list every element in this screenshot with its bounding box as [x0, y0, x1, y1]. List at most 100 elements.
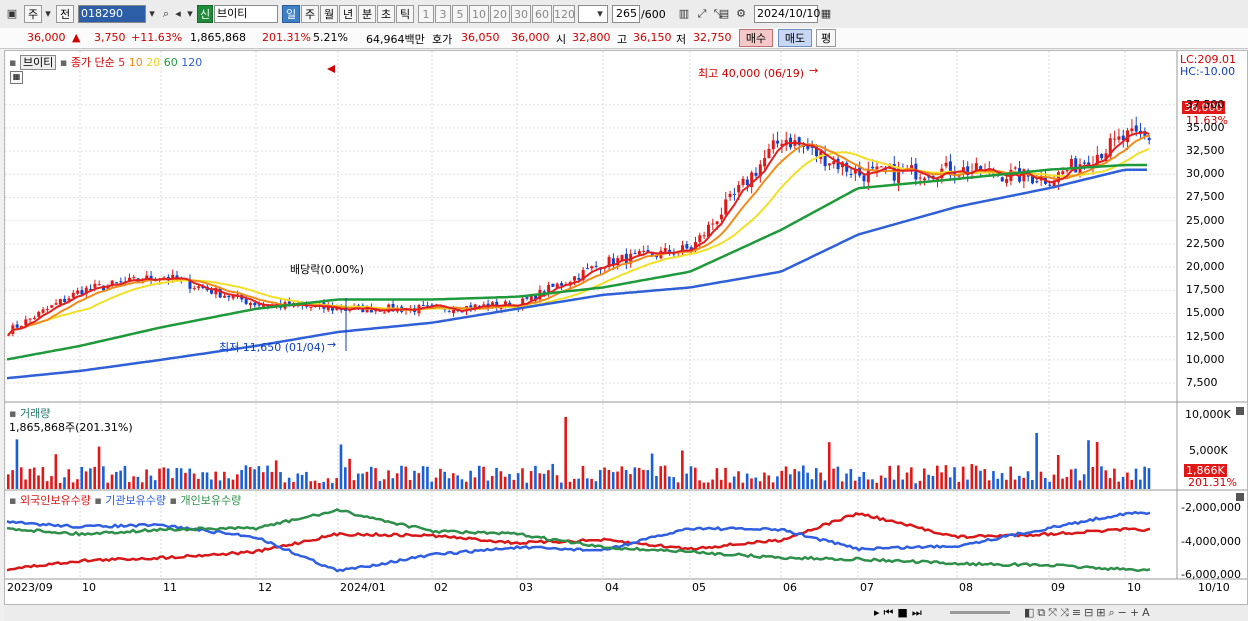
interval-3[interactable]: 3 — [435, 5, 451, 23]
chevron-down-icon[interactable]: ▾ — [594, 5, 606, 23]
gear-icon[interactable]: ⚙ — [733, 5, 749, 23]
chart-menu-icon[interactable]: ▣ — [4, 5, 20, 23]
tab-monthly[interactable]: 월 — [320, 5, 338, 23]
volume-bar — [1078, 480, 1082, 489]
date-input[interactable]: 2024/10/10 — [754, 5, 820, 23]
ma10-label: 10 — [128, 56, 143, 69]
candle-body — [1082, 162, 1086, 164]
interval-1[interactable]: 1 — [418, 5, 434, 23]
close-icon[interactable] — [1236, 407, 1244, 415]
volume-bar — [797, 471, 801, 489]
tab-second[interactable]: 초 — [377, 5, 395, 23]
candle-body — [452, 309, 456, 314]
market-select-button[interactable]: 주 — [24, 5, 42, 23]
tab-tick[interactable]: 틱 — [396, 5, 414, 23]
volume-bar — [655, 475, 658, 489]
stock-name-field[interactable]: 브이티 — [214, 5, 278, 23]
volume-bar — [637, 467, 641, 489]
chevron-down-icon[interactable]: ▾ — [184, 5, 196, 23]
interval-5[interactable]: 5 — [452, 5, 468, 23]
tab-daily[interactable]: 일 — [282, 5, 300, 23]
chart-canvas[interactable] — [5, 51, 1247, 604]
draw-tool-icon[interactable]: ⤢ — [694, 5, 710, 23]
volume-bar — [862, 472, 866, 489]
navigation-icons[interactable]: ▸⏮■⏭ — [874, 606, 926, 620]
save-icon[interactable]: ▤ — [716, 5, 732, 23]
volume-bar — [538, 473, 542, 489]
calendar-icon[interactable]: ▦ — [818, 5, 834, 23]
volume-bar — [214, 471, 217, 489]
volume-bar — [361, 473, 364, 489]
candle-body — [715, 221, 719, 225]
tab-weekly[interactable]: 주 — [301, 5, 319, 23]
volume-bar — [158, 468, 161, 489]
candle-body — [849, 173, 853, 175]
volume-bar — [529, 471, 533, 489]
volume-bar — [430, 481, 434, 489]
volume-bar — [482, 466, 485, 489]
volume-bar — [508, 473, 511, 489]
volume-bar — [650, 453, 654, 489]
price-axis-tick: 15,000 — [1186, 306, 1225, 320]
buy-button[interactable]: 매수 — [739, 29, 773, 47]
count-input[interactable]: 265 — [612, 5, 640, 23]
stock-code-input[interactable]: 018290 — [78, 5, 146, 23]
candle-body — [76, 290, 80, 294]
candle-body — [1013, 167, 1017, 169]
candle-body — [97, 284, 101, 286]
volume-bar — [953, 467, 956, 489]
x-axis-tick: 10 — [82, 581, 96, 594]
candle-body — [1100, 154, 1104, 159]
chevron-down-icon[interactable]: ▾ — [42, 5, 54, 23]
volume-bar — [210, 479, 213, 489]
interval-60[interactable]: 60 — [532, 5, 552, 23]
tab-yearly[interactable]: 년 — [339, 5, 357, 23]
dividend-note: 배당락(0.00%) — [290, 263, 364, 276]
price-axis-tick: 30,000 — [1186, 167, 1225, 181]
volume-bar — [45, 481, 49, 489]
interval-120[interactable]: 120 — [553, 5, 575, 23]
volume-value: 1,865,868 — [190, 31, 246, 44]
evaluate-button[interactable]: 평 — [816, 29, 836, 47]
all-market-button[interactable]: 전 — [56, 5, 74, 23]
x-axis-tick: 09 — [1051, 581, 1065, 594]
volume-bar — [97, 446, 101, 489]
interval-10[interactable]: 10 — [469, 5, 489, 23]
volume-bar — [741, 482, 745, 489]
volume-bar — [408, 479, 412, 489]
volume-bar — [905, 472, 909, 489]
volume-bar — [866, 479, 870, 489]
scroll-slider[interactable] — [950, 611, 1010, 614]
volume-bar — [283, 482, 287, 489]
tab-minute[interactable]: 분 — [358, 5, 376, 23]
candle-body — [875, 166, 879, 170]
candle-body — [832, 161, 836, 165]
volume-bar — [542, 473, 546, 489]
volume-bar — [901, 479, 904, 489]
volume-bar — [261, 472, 265, 489]
volume-bar — [465, 481, 468, 489]
max-price-note: 최고 40,000 (06/19) — [698, 67, 805, 80]
volume-bar — [1056, 455, 1060, 489]
ma5-line — [7, 131, 1150, 336]
hold-axis-tick: -2,000,000 — [1181, 501, 1241, 514]
chevron-down-icon[interactable]: ▾ — [146, 5, 158, 23]
grid-toggle-icon[interactable]: ▦ — [10, 71, 23, 84]
candle-body — [585, 268, 589, 270]
volume-bar — [197, 478, 200, 489]
candle-type-icon[interactable]: ▥ — [676, 5, 692, 23]
close-icon[interactable] — [1236, 493, 1244, 501]
interval-20[interactable]: 20 — [490, 5, 510, 23]
tool-icons[interactable]: ◧⧉⤧⤨≡⊟⊞⌕−+A — [1024, 606, 1153, 620]
candle-body — [685, 244, 689, 249]
volume-bar — [646, 470, 650, 489]
volume-bar — [356, 473, 360, 489]
candle-body — [836, 158, 840, 170]
quote-bar: 36,000 ▲ 3,750 +11.63% 1,865,868 201.31%… — [0, 28, 1248, 49]
interval-30[interactable]: 30 — [511, 5, 531, 23]
volume-bar — [598, 470, 602, 489]
sell-button[interactable]: 매도 — [778, 29, 812, 47]
candle-body — [642, 250, 646, 252]
volume-bar — [452, 473, 455, 489]
volume-bar — [93, 466, 97, 489]
